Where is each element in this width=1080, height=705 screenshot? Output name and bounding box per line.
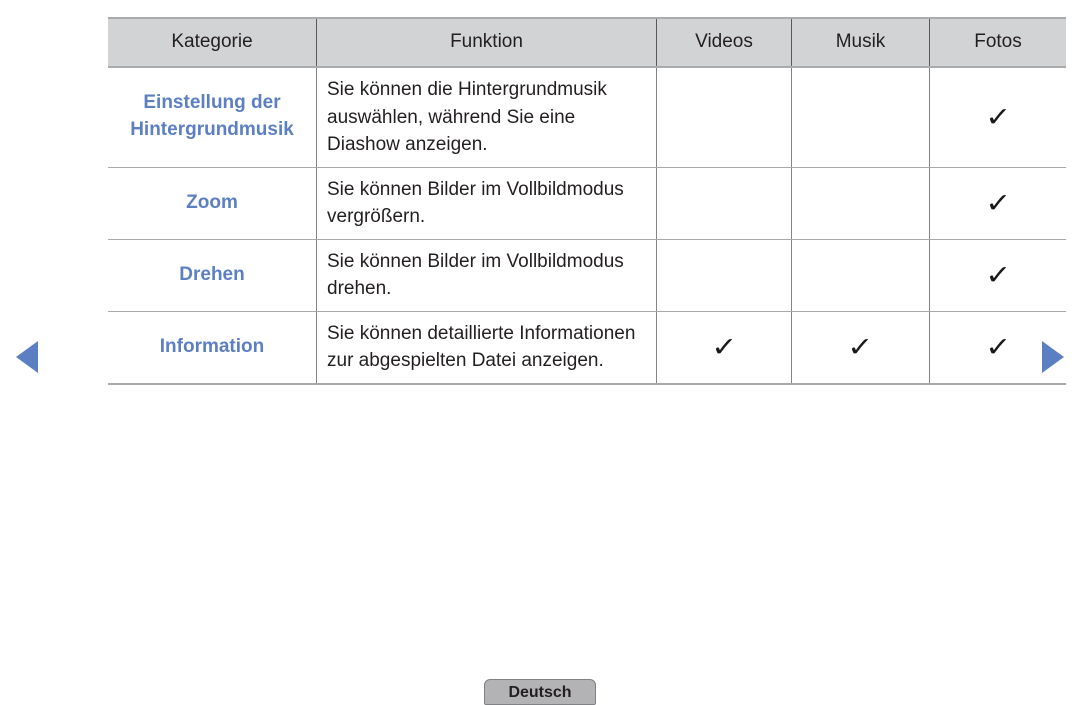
table-row: Zoom Sie können Bilder im Vollbildmodus …: [108, 167, 1066, 240]
cell-kategorie: Zoom: [108, 167, 317, 240]
page-root: Kategorie Funktion Videos Musik Fotos Ei…: [0, 0, 1080, 705]
cell-videos: [656, 167, 792, 240]
feature-table-container: Kategorie Funktion Videos Musik Fotos Ei…: [108, 17, 1066, 385]
cell-fotos: ✓: [929, 239, 1066, 312]
cell-funktion: Sie können Bilder im Vollbildmodus vergr…: [316, 167, 657, 240]
triangle-right-icon[interactable]: [1042, 341, 1064, 373]
cell-funktion: Sie können die Hintergrundmusik auswähle…: [316, 67, 657, 168]
table-row: Einstellung der Hintergrundmusik Sie kön…: [108, 67, 1066, 168]
checkmark-icon: ✓: [984, 187, 1012, 219]
table-header: Kategorie Funktion Videos Musik Fotos: [108, 17, 1066, 68]
language-button[interactable]: Deutsch: [484, 679, 596, 705]
table-row: Drehen Sie können Bilder im Vollbildmodu…: [108, 239, 1066, 312]
cell-fotos: ✓: [929, 67, 1066, 168]
cell-musik: [791, 167, 930, 240]
checkmark-icon: ✓: [984, 101, 1012, 133]
column-header-videos: Videos: [656, 17, 792, 68]
cell-funktion: Sie können detaillierte Informationen zu…: [316, 311, 657, 385]
column-header-funktion: Funktion: [316, 17, 657, 68]
checkmark-icon: ✓: [984, 259, 1012, 291]
cell-videos: [656, 67, 792, 168]
column-header-fotos: Fotos: [929, 17, 1066, 68]
cell-funktion: Sie können Bilder im Vollbildmodus drehe…: [316, 239, 657, 312]
cell-kategorie: Information: [108, 311, 317, 385]
checkmark-icon: ✓: [710, 331, 738, 363]
triangle-left-icon[interactable]: [16, 341, 38, 373]
column-header-musik: Musik: [791, 17, 930, 68]
checkmark-icon: ✓: [984, 331, 1012, 363]
cell-musik: [791, 239, 930, 312]
cell-videos: ✓: [656, 311, 792, 385]
cell-musik: ✓: [791, 311, 930, 385]
table-body: Einstellung der Hintergrundmusik Sie kön…: [108, 67, 1066, 385]
checkmark-icon: ✓: [847, 331, 874, 363]
cell-fotos: ✓: [929, 167, 1066, 240]
media-feature-table: Kategorie Funktion Videos Musik Fotos Ei…: [108, 17, 1066, 385]
cell-kategorie: Drehen: [108, 239, 317, 312]
table-header-row: Kategorie Funktion Videos Musik Fotos: [108, 17, 1066, 68]
table-row: Information Sie können detaillierte Info…: [108, 311, 1066, 385]
cell-kategorie: Einstellung der Hintergrundmusik: [108, 67, 317, 168]
cell-musik: [791, 67, 930, 168]
cell-videos: [656, 239, 792, 312]
column-header-kategorie: Kategorie: [108, 17, 317, 68]
